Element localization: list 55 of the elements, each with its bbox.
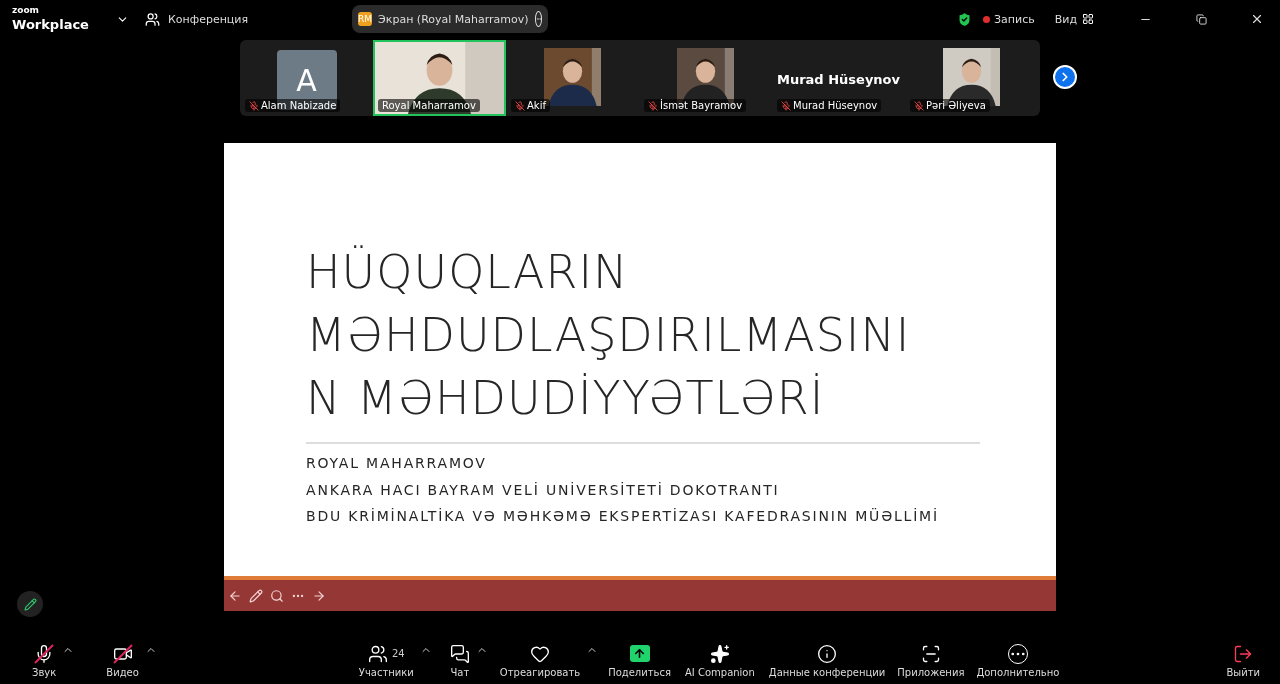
participant-tile[interactable]: İsmət Bayramov [639, 40, 772, 116]
react-button[interactable]: Отреагировать [493, 642, 587, 678]
sharer-initials: RM [358, 12, 373, 26]
info-icon [817, 643, 838, 664]
participants-icon [367, 643, 388, 664]
participant-name: Murad Hüseynov [793, 100, 878, 111]
view-label[interactable]: Вид [1054, 12, 1077, 26]
annotate-button[interactable] [17, 591, 43, 617]
close-icon[interactable] [1250, 12, 1264, 26]
pencil-icon [23, 597, 37, 611]
apps-icon [920, 643, 941, 664]
participant-tile[interactable]: A Alam Nabizade [240, 40, 373, 116]
apps-button[interactable]: Приложения [891, 642, 971, 678]
share-status-pill[interactable]: RM Экран (Royal Maharramov) [352, 5, 549, 33]
video-button[interactable]: Видео [100, 642, 145, 678]
share-label: Экран (Royal Maharramov) [378, 12, 529, 26]
slide-title-line: MƏHDUDLAŞDIRILMASINI [306, 307, 912, 364]
leave-icon [1233, 643, 1254, 664]
participant-name: Akif [527, 100, 546, 111]
participant-name: Royal Maharramov [382, 100, 476, 111]
grid-icon[interactable] [1082, 13, 1094, 25]
audio-button[interactable]: Звук [26, 642, 63, 678]
info-button[interactable]: Данные конференции [762, 642, 892, 678]
share-icon [629, 645, 650, 662]
meeting-label[interactable]: Конференция [168, 12, 249, 26]
chat-button[interactable]: Чат [443, 642, 476, 678]
participant-tile[interactable]: Akif [506, 40, 639, 116]
slide-subtitle-line: ANKARA HACI BAYRAM VELİ UNİVERSİTETİ DOKOTRANTI [306, 480, 781, 500]
zoom-icon[interactable] [268, 587, 285, 604]
next-page-button[interactable] [1053, 65, 1077, 89]
chat-icon [449, 643, 470, 664]
slide-subtitle-line: BDU KRİMİNALTİKA VƏ MƏHKƏMƏ EKSPERTİZASI KAFEDRASININ MÜƏLLİMİ [306, 507, 940, 526]
ai-button[interactable]: AI Companion [678, 642, 761, 678]
slide-title-line: HÜQUQLARIN [306, 244, 630, 301]
recording-label[interactable]: Запись [994, 12, 1035, 26]
participant-tile[interactable]: Murad Hüseynov Murad Hüseynov [772, 40, 905, 116]
participant-card-name: Murad Hüseynov [777, 72, 900, 87]
slide-title-line: N MƏHDUDİYYƏTLƏRİ [306, 370, 826, 427]
sparkle-icon [709, 643, 730, 664]
participant-count: 24 [391, 648, 405, 659]
pen-icon[interactable] [247, 587, 264, 604]
participant-name: Pəri Əliyeva [926, 100, 986, 111]
more-button[interactable]: Дополнительно [970, 642, 1066, 678]
share-button[interactable]: Поделиться [602, 642, 677, 678]
participant-tile[interactable]: Royal Maharramov [373, 40, 506, 116]
meeting-icon[interactable] [145, 11, 160, 27]
leave-button[interactable]: Выйти [1220, 642, 1266, 678]
participants-button[interactable]: 24 Участники [352, 642, 420, 678]
security-shield-icon[interactable] [956, 10, 973, 28]
participant-tile[interactable]: Pəri Əliyeva [905, 40, 1038, 116]
zoom-logo: zoom Workplace [12, 5, 90, 33]
participant-name: Alam Nabizade [261, 100, 337, 111]
participant-name: İsmət Bayramov [660, 100, 743, 111]
slide-subtitle-line: ROYAL MAHARRAMOV [306, 454, 488, 473]
restore-icon[interactable] [1195, 13, 1207, 25]
